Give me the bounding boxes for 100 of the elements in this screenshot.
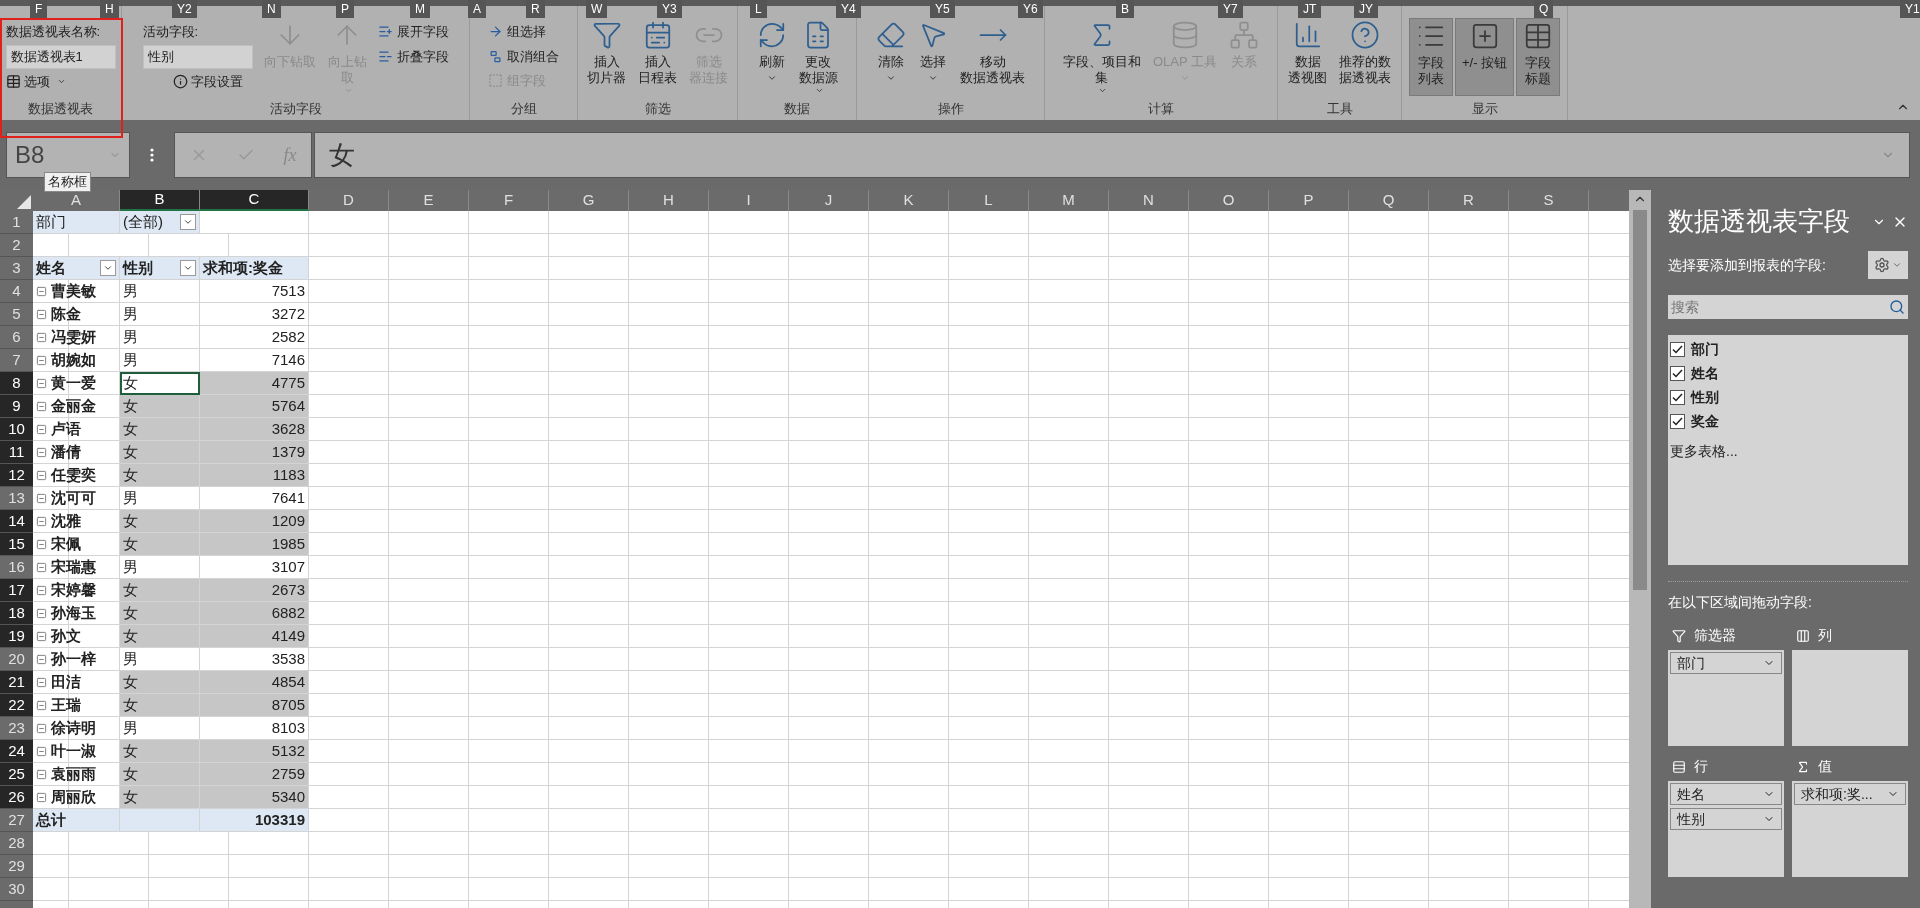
name-text: 孙海玉 bbox=[51, 602, 96, 623]
ribbon-button[interactable]: 字段、项目和 集 bbox=[1057, 18, 1146, 95]
keytip: N bbox=[262, 0, 281, 18]
row-header[interactable]: 18 bbox=[0, 602, 33, 625]
collapse-icon[interactable] bbox=[36, 722, 47, 734]
area-field-button[interactable]: 求和项:奖... bbox=[1794, 783, 1906, 805]
collapse-icon[interactable] bbox=[36, 492, 47, 504]
ribbon-button[interactable]: 取消组合 bbox=[488, 46, 559, 66]
cell: 男 bbox=[120, 303, 200, 326]
row-header[interactable]: 21 bbox=[0, 671, 33, 694]
ribbon-toggle-button[interactable]: 字段 标题 bbox=[1516, 18, 1561, 96]
more-tables-link[interactable]: 更多表格... bbox=[1670, 441, 1906, 462]
columns-icon bbox=[1796, 628, 1810, 643]
name-text: 陈金 bbox=[51, 303, 81, 324]
checkbox[interactable] bbox=[1670, 390, 1685, 405]
cell: 1183 bbox=[200, 464, 309, 487]
more-icon[interactable] bbox=[150, 148, 154, 162]
name-text: 田洁 bbox=[51, 671, 81, 692]
ribbon-button[interactable]: 更改 数据源 bbox=[793, 18, 843, 95]
collapse-icon[interactable] bbox=[36, 653, 47, 665]
row-header[interactable]: 11 bbox=[0, 441, 33, 464]
keytip: L bbox=[750, 0, 767, 18]
collapse-icon[interactable] bbox=[36, 745, 47, 757]
column-header[interactable]: C bbox=[200, 190, 309, 211]
checkbox[interactable] bbox=[1670, 342, 1685, 357]
settings-button[interactable] bbox=[1868, 251, 1908, 279]
field-checkbox[interactable]: 性别 bbox=[1670, 387, 1906, 408]
ribbon-button[interactable]: 选择 bbox=[913, 18, 953, 83]
keytip: Y1 bbox=[1900, 0, 1920, 18]
row-header[interactable]: 22 bbox=[0, 694, 33, 717]
collapse-icon[interactable] bbox=[36, 630, 47, 642]
area-field-button[interactable]: 姓名 bbox=[1670, 783, 1782, 805]
row-header[interactable]: 17 bbox=[0, 579, 33, 602]
checkbox[interactable] bbox=[1670, 366, 1685, 381]
ribbon-button[interactable]: 插入 日程表 bbox=[633, 18, 682, 86]
ribbon-button[interactable]: 数据 透视图 bbox=[1283, 18, 1332, 86]
row-header[interactable]: 24 bbox=[0, 740, 33, 763]
collapse-icon[interactable] bbox=[36, 699, 47, 711]
ribbon-button[interactable]: 折叠字段 bbox=[377, 46, 449, 66]
formula-field[interactable]: 女 bbox=[314, 132, 1910, 178]
collapse-icon[interactable] bbox=[36, 446, 47, 458]
collapse-icon[interactable] bbox=[36, 584, 47, 596]
name-text: 沈可可 bbox=[51, 487, 96, 508]
ribbon-button[interactable]: 移动 数据透视表 bbox=[955, 18, 1030, 86]
caret-icon bbox=[928, 73, 938, 83]
row-header[interactable]: 19 bbox=[0, 625, 33, 648]
row-header[interactable]: 14 bbox=[0, 510, 33, 533]
options-button[interactable]: 选项 bbox=[5, 71, 66, 91]
cell: 女 bbox=[120, 625, 200, 648]
ribbon-button[interactable]: 清除 bbox=[871, 18, 911, 83]
ribbon-button[interactable]: 组选择 bbox=[488, 22, 559, 42]
ribbon-toggle-button[interactable]: 字段 列表 bbox=[1408, 18, 1453, 96]
collapse-icon[interactable] bbox=[36, 423, 47, 435]
collapse-icon[interactable] bbox=[36, 791, 47, 803]
cell: 女 bbox=[120, 602, 200, 625]
area-field-button[interactable]: 部门 bbox=[1670, 652, 1782, 674]
collapse-icon[interactable] bbox=[36, 285, 47, 297]
collapse-icon[interactable] bbox=[36, 538, 47, 550]
collapse-icon[interactable] bbox=[36, 515, 47, 527]
collapse-icon[interactable] bbox=[36, 331, 47, 343]
collapse-icon[interactable] bbox=[36, 607, 47, 619]
collapse-icon[interactable] bbox=[36, 354, 47, 366]
collapse-icon[interactable] bbox=[36, 400, 47, 412]
collapse-icon[interactable] bbox=[36, 561, 47, 573]
filter-dropdown-icon[interactable] bbox=[100, 260, 116, 276]
name-field[interactable]: 数据透视表1 bbox=[5, 44, 116, 69]
filter-dropdown-icon[interactable] bbox=[180, 214, 196, 230]
cell: 部门 bbox=[33, 211, 120, 234]
ribbon-button[interactable]: 推荐的数 据透视表 bbox=[1334, 18, 1396, 86]
ribbon-button[interactable]: 插入 切片器 bbox=[582, 18, 631, 86]
area-field-button[interactable]: 性别 bbox=[1670, 808, 1782, 830]
collapse-icon[interactable] bbox=[36, 308, 47, 320]
row-header[interactable]: 26 bbox=[0, 786, 33, 809]
ribbon-toggle-button[interactable]: +/- 按钮 bbox=[1454, 18, 1515, 96]
ribbon-button[interactable]: 展开字段 bbox=[377, 22, 449, 42]
pane-subtitle: 选择要添加到报表的字段: bbox=[1668, 255, 1826, 275]
search-icon[interactable] bbox=[1889, 299, 1905, 315]
collapse-icon[interactable] bbox=[36, 768, 47, 780]
row-header[interactable]: 8 bbox=[0, 372, 33, 395]
row-header[interactable]: 12 bbox=[0, 464, 33, 487]
collapse-icon[interactable] bbox=[36, 469, 47, 481]
cell: 103319 bbox=[200, 809, 309, 832]
collapse-icon[interactable] bbox=[36, 377, 47, 389]
name-field[interactable]: 性别 bbox=[142, 44, 253, 69]
search-field[interactable]: 搜索 bbox=[1668, 295, 1908, 319]
filter-dropdown-icon[interactable] bbox=[180, 260, 196, 276]
column-header[interactable]: B bbox=[120, 190, 200, 211]
collapse-icon[interactable] bbox=[36, 676, 47, 688]
row-header[interactable]: 25 bbox=[0, 763, 33, 786]
row-header[interactable]: 9 bbox=[0, 395, 33, 418]
row-header[interactable]: 10 bbox=[0, 418, 33, 441]
vertical-scrollbar[interactable] bbox=[1629, 190, 1651, 908]
row-header[interactable]: 15 bbox=[0, 533, 33, 556]
options-button[interactable]: 字段设置 bbox=[172, 71, 243, 91]
field-checkbox[interactable]: 姓名 bbox=[1670, 363, 1906, 384]
field-checkbox[interactable]: 部门 bbox=[1670, 339, 1906, 360]
ribbon-button[interactable]: 刷新 bbox=[751, 18, 792, 83]
checkbox[interactable] bbox=[1670, 414, 1685, 429]
field-checkbox[interactable]: 奖金 bbox=[1670, 411, 1906, 432]
keytip: F bbox=[30, 0, 48, 18]
